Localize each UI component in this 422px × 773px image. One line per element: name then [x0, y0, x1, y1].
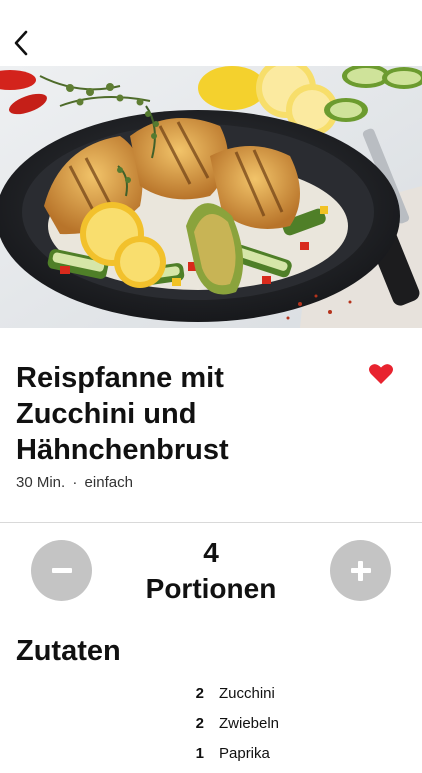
navigation-bar — [0, 0, 422, 66]
increase-portions-button[interactable] — [330, 540, 391, 601]
list-item: 1 Paprika — [0, 743, 422, 773]
plus-icon — [350, 560, 371, 581]
portion-label: Portionen — [145, 573, 277, 604]
ingredients-title: Zutaten — [16, 635, 121, 667]
ingredient-quantity: 1 — [195, 745, 204, 762]
heart-icon — [369, 364, 393, 384]
ingredient-quantity: 2 — [195, 715, 204, 732]
list-item: 2 Zucchini — [0, 683, 422, 713]
ingredient-name: Paprika — [219, 745, 270, 762]
recipe-title: Reispfanne mit Zucchini und Hähnchenbrus… — [16, 362, 229, 466]
recipe-meta: 30 Min. · einfach — [16, 474, 133, 491]
recipe-duration: 30 Min. — [16, 474, 66, 491]
chevron-left-icon — [14, 30, 28, 56]
favorite-button[interactable] — [366, 360, 396, 388]
divider — [0, 522, 422, 523]
ingredient-quantity: 2 — [195, 685, 204, 702]
ingredient-list: 2 Zucchini 2 Zwiebeln 1 Paprika — [0, 683, 422, 773]
ingredient-name: Zwiebeln — [219, 715, 280, 732]
back-button[interactable] — [8, 28, 34, 58]
decrease-portions-button[interactable] — [31, 540, 92, 601]
recipe-difficulty: einfach — [84, 474, 133, 491]
portion-count: 4 — [203, 537, 219, 568]
meta-separator: · — [72, 474, 78, 491]
recipe-photo — [0, 66, 422, 328]
ingredient-name: Zucchini — [219, 685, 275, 702]
minus-icon — [51, 561, 72, 581]
list-item: 2 Zwiebeln — [0, 713, 422, 743]
